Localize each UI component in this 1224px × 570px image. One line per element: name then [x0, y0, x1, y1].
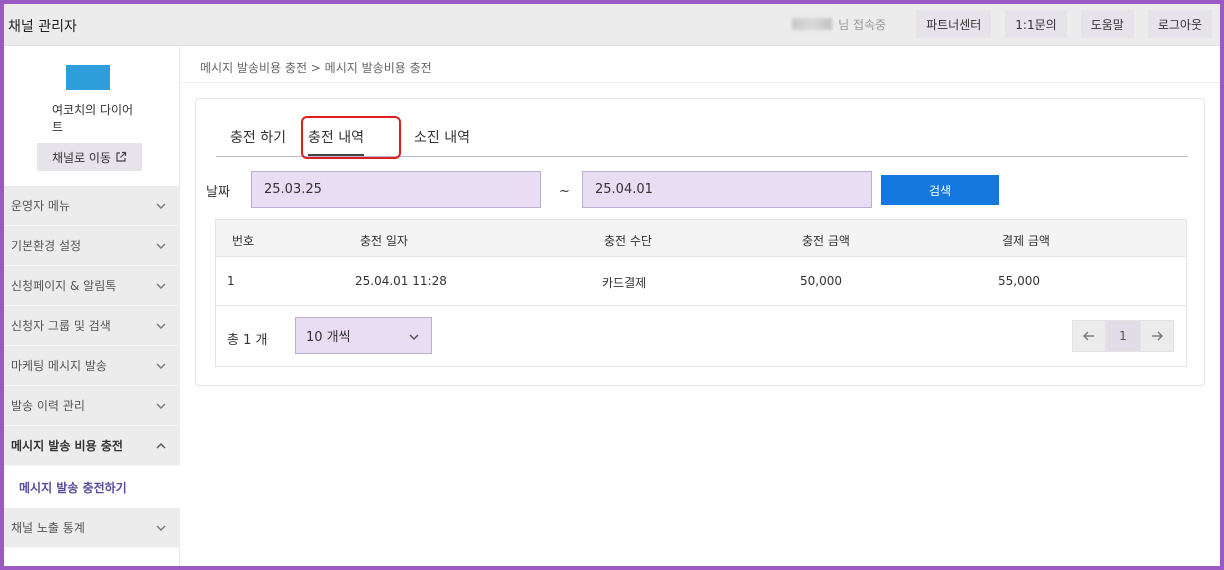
row-charge-date: 25.04.01 11:28: [355, 274, 447, 288]
sidebar-item-channel-stats[interactable]: 채널 노출 통계: [4, 508, 180, 548]
external-link-icon: [116, 151, 127, 162]
main-card: 충전 하기 충전 내역 소진 내역 날짜 ~ 검색 번호 충전 일자 충전 수단…: [195, 98, 1205, 386]
chevron-up-icon: [156, 443, 166, 449]
partner-center-button[interactable]: 파트너센터: [916, 10, 992, 38]
top-bar-actions: 님 접속중 파트너센터 1:1문의 도움말 로그아웃: [792, 10, 1212, 38]
chevron-down-icon: [156, 283, 166, 289]
help-button[interactable]: 도움말: [1080, 10, 1134, 38]
table-footer: 총 1 개 10 개씩 1: [216, 306, 1186, 366]
date-label: 날짜: [206, 185, 230, 200]
page-number-button[interactable]: 1: [1106, 320, 1140, 352]
chevron-down-icon: [156, 363, 166, 369]
sidebar-menu: 운영자 메뉴 기본환경 설정 신청페이지 & 알림톡 신청자 그룹 및 검색 마…: [4, 186, 180, 548]
chevron-down-icon: [156, 323, 166, 329]
chevron-down-icon: [409, 334, 419, 341]
date-range-separator: ~: [559, 184, 570, 199]
column-header: 충전 금액: [802, 234, 850, 248]
column-header: 결제 금액: [1002, 234, 1050, 248]
sidebar-item-label: 기본환경 설정: [11, 239, 82, 253]
tab-charge[interactable]: 충전 하기: [230, 127, 286, 147]
user-name-blurred: [792, 18, 833, 30]
app-frame: 채널 관리자 님 접속중 파트너센터 1:1문의 도움말 로그아웃 여코치의 다…: [0, 0, 1224, 570]
column-header: 충전 수단: [604, 234, 652, 248]
total-count: 총 1 개: [227, 333, 268, 348]
chevron-down-icon: [156, 525, 166, 531]
sidebar-item-applicant-group[interactable]: 신청자 그룹 및 검색: [4, 306, 180, 346]
tab-usage-history[interactable]: 소진 내역: [414, 127, 470, 147]
prev-page-button[interactable]: [1072, 320, 1106, 352]
sidebar-item-label: 마케팅 메시지 발송: [11, 359, 107, 373]
sidebar-item-label: 신청자 그룹 및 검색: [11, 319, 111, 333]
start-date-input[interactable]: [251, 171, 541, 208]
column-header: 충전 일자: [360, 234, 408, 248]
inquiry-button[interactable]: 1:1문의: [1005, 10, 1067, 38]
sidebar-item-label: 채널 노출 통계: [11, 521, 85, 535]
pagination: 1: [1072, 320, 1174, 352]
row-charge-method: 카드결제: [602, 276, 647, 290]
sidebar-item-label: 메시지 발송 비용 충전: [11, 439, 123, 453]
divider: [181, 82, 1220, 83]
breadcrumb: 메시지 발송비용 충전 > 메시지 발송비용 충전: [200, 61, 432, 75]
table-header: 번호 충전 일자 충전 수단 충전 금액 결제 금액: [216, 220, 1186, 257]
sidebar: 여코치의 다이어트 채널로 이동 운영자 메뉴 기본환경 설정 신청페이지 & …: [4, 47, 180, 566]
tab-charge-history[interactable]: 충전 내역: [308, 127, 364, 156]
sidebar-item-label: 운영자 메뉴: [11, 199, 71, 213]
top-bar: 채널 관리자 님 접속중 파트너센터 1:1문의 도움말 로그아웃: [4, 4, 1220, 46]
user-status: 님 접속중: [838, 17, 887, 32]
app-title: 채널 관리자: [8, 19, 77, 35]
chevron-down-icon: [156, 403, 166, 409]
sidebar-item-operator-menu[interactable]: 운영자 메뉴: [4, 186, 180, 226]
sidebar-item-application-page[interactable]: 신청페이지 & 알림톡: [4, 266, 180, 306]
sidebar-item-basic-settings[interactable]: 기본환경 설정: [4, 226, 180, 266]
row-payment-amount: 55,000: [998, 274, 1040, 288]
sidebar-item-label: 신청페이지 & 알림톡: [11, 279, 117, 293]
search-button[interactable]: 검색: [881, 175, 999, 205]
arrow-left-icon: [1083, 331, 1094, 341]
charge-history-table: 번호 충전 일자 충전 수단 충전 금액 결제 금액 1 25.04.01 11…: [215, 219, 1187, 367]
channel-name: 여코치의 다이어트: [52, 103, 134, 134]
logout-button[interactable]: 로그아웃: [1147, 10, 1212, 38]
sidebar-item-send-history[interactable]: 발송 이력 관리: [4, 386, 180, 426]
go-to-channel-button[interactable]: 채널로 이동: [37, 143, 142, 171]
end-date-input[interactable]: [582, 171, 872, 208]
tab-bar: 충전 하기 충전 내역 소진 내역: [216, 119, 1188, 157]
chevron-down-icon: [156, 243, 166, 249]
row-number: 1: [227, 274, 235, 288]
page-size-select[interactable]: 10 개씩: [295, 317, 432, 354]
next-page-button[interactable]: [1140, 320, 1174, 352]
sidebar-item-message-cost-charge[interactable]: 메시지 발송 비용 충전: [4, 426, 180, 466]
column-header: 번호: [232, 234, 255, 248]
sidebar-item-marketing-message[interactable]: 마케팅 메시지 발송: [4, 346, 180, 386]
go-to-channel-label: 채널로 이동: [51, 150, 111, 165]
sidebar-item-label: 발송 이력 관리: [11, 399, 85, 413]
sidebar-subitem-charge-message[interactable]: 메시지 발송 충전하기: [4, 466, 180, 508]
page-size-value: 10 개씩: [306, 330, 351, 345]
chevron-down-icon: [156, 203, 166, 209]
arrow-right-icon: [1152, 331, 1163, 341]
table-row: 1 25.04.01 11:28 카드결제 50,000 55,000: [216, 257, 1186, 306]
row-charge-amount: 50,000: [800, 274, 842, 288]
channel-logo: [66, 65, 110, 90]
